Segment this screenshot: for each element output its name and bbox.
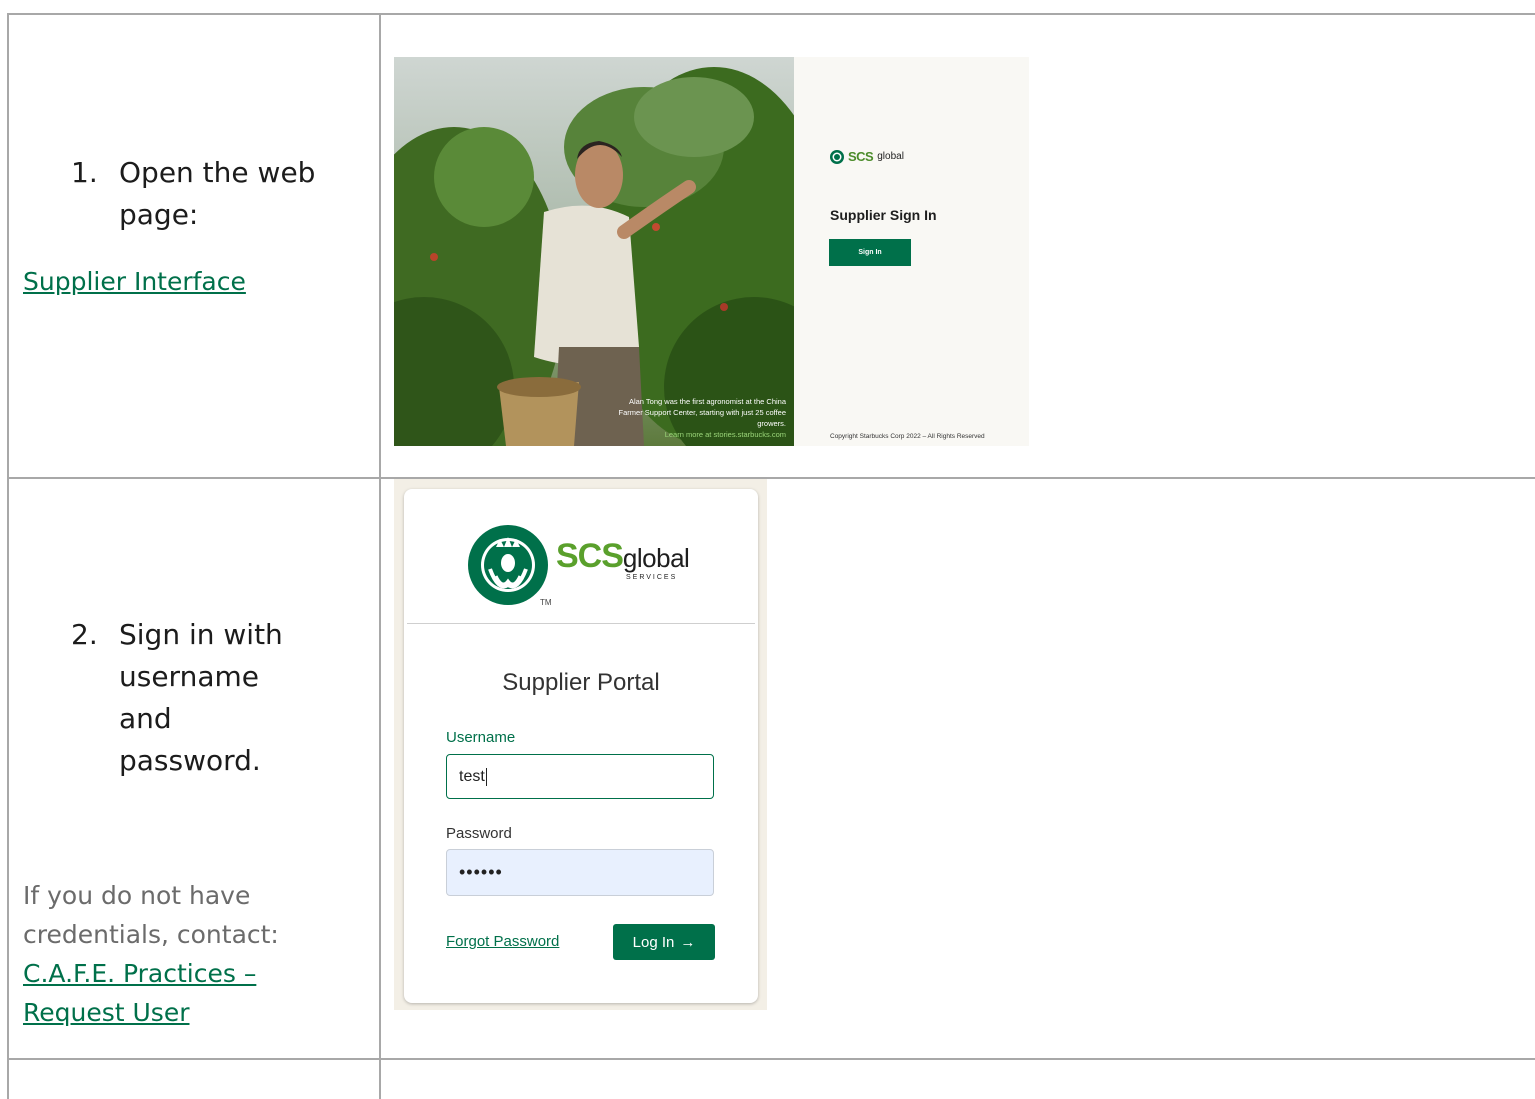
text-cursor	[485, 767, 487, 786]
credentials-note-text: If you do not have credentials, contact:	[23, 881, 279, 949]
table-row-divider-1	[7, 477, 1535, 479]
photo-caption: Alan Tong was the first agronomist at th…	[616, 396, 786, 440]
table-border-left	[7, 13, 9, 1099]
logo-services-text: SERVICES	[626, 574, 678, 581]
photo-caption-text: Alan Tong was the first agronomist at th…	[618, 397, 786, 428]
login-card: TM SCS global SERVICES Supplier Portal U…	[404, 489, 758, 1003]
starbucks-siren-icon	[830, 149, 844, 164]
photo-caption-link[interactable]: Learn more at stories.starbucks.com	[665, 430, 786, 439]
supplier-sign-in-screenshot: Alan Tong was the first agronomist at th…	[394, 57, 1029, 446]
table-row-divider-2	[7, 1058, 1535, 1060]
step-1-text: Open the web page:	[119, 156, 316, 231]
username-value: test	[459, 767, 485, 785]
step-2-text: Sign in with username and password.	[119, 618, 283, 777]
log-in-label: Log In	[632, 933, 675, 951]
arrow-right-icon: →	[680, 933, 696, 951]
supplier-sign-in-title: Supplier Sign In	[830, 207, 937, 223]
mini-scs-logo: SCS global	[830, 149, 904, 164]
supplier-interface-link[interactable]: Supplier Interface	[23, 262, 246, 301]
password-input[interactable]: ••••••	[446, 849, 714, 896]
coffee-farm-image	[394, 57, 794, 446]
supplier-portal-title: Supplier Portal	[502, 669, 660, 696]
copyright-text: Copyright Starbucks Corp 2022 – All Righ…	[830, 433, 985, 440]
sign-in-panel: SCS global Supplier Sign In Sign In Copy…	[794, 57, 1029, 446]
password-label: Password	[446, 825, 512, 842]
request-user-link[interactable]: C.A.F.E. Practices – Request User	[23, 954, 263, 1032]
logo-divider	[407, 623, 755, 624]
username-input[interactable]: test	[446, 754, 714, 799]
password-value: ••••••	[459, 862, 503, 882]
trademark-mark: TM	[540, 598, 552, 607]
farmer-photo: Alan Tong was the first agronomist at th…	[394, 57, 794, 446]
supplier-portal-screenshot: TM SCS global SERVICES Supplier Portal U…	[394, 479, 767, 1010]
logo-scs-text: SCS	[556, 537, 624, 575]
credentials-note: If you do not have credentials, contact:…	[23, 876, 353, 1032]
table-border-top	[7, 13, 1535, 15]
table-column-divider	[379, 13, 381, 1099]
log-in-button[interactable]: Log In →	[613, 924, 715, 960]
scs-global-logo: TM SCS global SERVICES	[468, 521, 698, 611]
mini-logo-global: global	[877, 151, 904, 162]
mini-logo-scs: SCS	[848, 149, 874, 164]
forgot-password-link[interactable]: Forgot Password	[446, 933, 559, 950]
step-2-number: 2.	[71, 618, 98, 651]
logo-global-text: global	[622, 543, 690, 573]
sign-in-button[interactable]: Sign In	[829, 239, 911, 266]
username-label: Username	[446, 729, 516, 746]
step-1-number: 1.	[71, 156, 98, 189]
